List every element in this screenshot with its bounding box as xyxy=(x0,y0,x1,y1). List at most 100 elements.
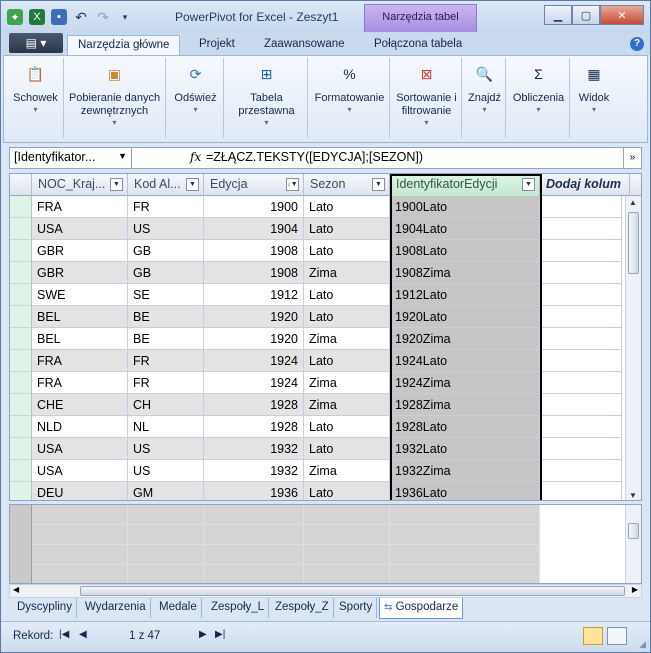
row-header[interactable] xyxy=(10,460,32,482)
cell-edition[interactable]: 1936 xyxy=(204,482,304,500)
filter-dropdown-icon[interactable]: ▼ xyxy=(522,178,535,191)
cell-season[interactable]: Lato xyxy=(304,306,390,328)
cell-season[interactable]: Lato xyxy=(304,482,390,500)
cell-edition-id[interactable]: 1920Lato xyxy=(390,306,540,328)
cell-new-column[interactable] xyxy=(540,306,622,328)
cell-edition-id[interactable]: 1928Lato xyxy=(390,416,540,438)
ribbon-group-formatting[interactable]: % Formatowanie ▾ xyxy=(310,58,390,138)
previous-record-icon[interactable]: ◀ xyxy=(79,629,87,640)
help-icon[interactable]: ? xyxy=(630,37,644,51)
cell-noc[interactable]: USA xyxy=(32,218,128,240)
filter-dropdown-icon[interactable]: ▼ xyxy=(186,178,199,191)
sheet-tab-wydarzenia[interactable]: Wydarzenia xyxy=(81,598,151,618)
cell-new-column[interactable] xyxy=(540,240,622,262)
tab-advanced[interactable]: Zaawansowane xyxy=(254,35,355,55)
cell-season[interactable]: Lato xyxy=(304,196,390,218)
row-header[interactable] xyxy=(10,218,32,240)
cell-code[interactable]: FR xyxy=(128,350,204,372)
cell-season[interactable]: Lato xyxy=(304,218,390,240)
cell-edition-id[interactable]: 1924Lato xyxy=(390,350,540,372)
row-header[interactable] xyxy=(10,372,32,394)
column-header-edition-id[interactable]: IdentyfikatorEdycji ▼ xyxy=(390,174,540,196)
vertical-scrollbar[interactable]: ▲ ▼ xyxy=(625,196,641,500)
row-header[interactable] xyxy=(10,438,32,460)
filter-dropdown-icon[interactable]: ▼ xyxy=(372,178,385,191)
cell-noc[interactable]: CHE xyxy=(32,394,128,416)
row-header[interactable] xyxy=(10,482,32,500)
scroll-right-icon[interactable]: ▶ xyxy=(632,585,638,594)
scroll-thumb[interactable] xyxy=(628,212,639,274)
calc-scroll-thumb[interactable] xyxy=(628,523,639,539)
excel-icon[interactable]: X xyxy=(29,9,45,25)
scroll-left-icon[interactable]: ◀ xyxy=(13,585,19,594)
function-icon[interactable]: fx xyxy=(190,150,201,164)
sheet-tab-zespoly-z[interactable]: Zespoły_Z xyxy=(271,598,334,618)
next-record-icon[interactable]: ▶ xyxy=(199,629,207,640)
cell-new-column[interactable] xyxy=(540,438,622,460)
cell-new-column[interactable] xyxy=(540,482,622,500)
cell-edition[interactable]: 1904 xyxy=(204,218,304,240)
cell-edition[interactable]: 1924 xyxy=(204,372,304,394)
row-header[interactable] xyxy=(10,328,32,350)
cell-edition-id[interactable]: 1924Zima xyxy=(390,372,540,394)
cell-code[interactable]: US xyxy=(128,218,204,240)
calc-cell[interactable] xyxy=(32,525,128,545)
cell-season[interactable]: Lato xyxy=(304,284,390,306)
cell-new-column[interactable] xyxy=(540,394,622,416)
minimize-button[interactable]: ▁ xyxy=(544,5,572,25)
filter-dropdown-icon[interactable]: ▼ xyxy=(110,178,123,191)
cell-new-column[interactable] xyxy=(540,218,622,240)
calc-cell[interactable] xyxy=(128,565,204,583)
cell-noc[interactable]: FRA xyxy=(32,372,128,394)
cell-noc[interactable]: FRA xyxy=(32,196,128,218)
row-header[interactable] xyxy=(10,262,32,284)
cell-edition[interactable]: 1908 xyxy=(204,240,304,262)
redo-icon[interactable]: ↷ xyxy=(95,9,111,25)
row-header[interactable] xyxy=(10,394,32,416)
cell-season[interactable]: Zima xyxy=(304,460,390,482)
cell-season[interactable]: Zima xyxy=(304,262,390,284)
cell-new-column[interactable] xyxy=(540,262,622,284)
cell-noc[interactable]: USA xyxy=(32,438,128,460)
cell-noc[interactable]: GBR xyxy=(32,240,128,262)
column-header-code[interactable]: Kod Al... ▼ xyxy=(128,174,204,196)
calc-cell[interactable] xyxy=(128,545,204,565)
cell-code[interactable]: BE xyxy=(128,306,204,328)
data-view-button[interactable] xyxy=(583,627,603,645)
cell-code[interactable]: GB xyxy=(128,240,204,262)
cell-noc[interactable]: BEL xyxy=(32,306,128,328)
cell-noc[interactable]: FRA xyxy=(32,350,128,372)
cell-new-column[interactable] xyxy=(540,284,622,306)
calc-cell[interactable] xyxy=(304,505,390,525)
file-menu-button[interactable]: ▤ ▾ xyxy=(9,33,63,53)
calc-cell[interactable] xyxy=(128,505,204,525)
calc-cell[interactable] xyxy=(390,525,540,545)
cell-edition-id[interactable]: 1920Zima xyxy=(390,328,540,350)
cell-new-column[interactable] xyxy=(540,460,622,482)
calc-cell[interactable] xyxy=(204,505,304,525)
undo-icon[interactable]: ↶ xyxy=(73,9,89,25)
row-header[interactable] xyxy=(10,284,32,306)
calc-cell[interactable] xyxy=(390,505,540,525)
cell-edition-id[interactable]: 1936Lato xyxy=(390,482,540,500)
cell-edition-id[interactable]: 1932Zima xyxy=(390,460,540,482)
cell-code[interactable]: FR xyxy=(128,196,204,218)
cell-noc[interactable]: NLD xyxy=(32,416,128,438)
cell-noc[interactable]: BEL xyxy=(32,328,128,350)
calc-cell[interactable] xyxy=(304,545,390,565)
cell-code[interactable]: BE xyxy=(128,328,204,350)
row-header[interactable] xyxy=(10,240,32,262)
cell-new-column[interactable] xyxy=(540,416,622,438)
sheet-tab-medale[interactable]: Medale xyxy=(155,598,202,618)
cell-code[interactable]: GM xyxy=(128,482,204,500)
last-record-icon[interactable]: ▶| xyxy=(215,629,225,640)
cell-new-column[interactable] xyxy=(540,196,622,218)
cell-season[interactable]: Lato xyxy=(304,416,390,438)
row-header[interactable] xyxy=(10,416,32,438)
ribbon-group-find[interactable]: 🔍 Znajdź ▾ xyxy=(464,58,506,138)
calc-cell[interactable] xyxy=(304,525,390,545)
cell-edition[interactable]: 1928 xyxy=(204,394,304,416)
sorted-filter-icon[interactable]: ↓▼ xyxy=(286,178,299,191)
cell-season[interactable]: Lato xyxy=(304,350,390,372)
tab-design[interactable]: Projekt xyxy=(189,35,245,55)
